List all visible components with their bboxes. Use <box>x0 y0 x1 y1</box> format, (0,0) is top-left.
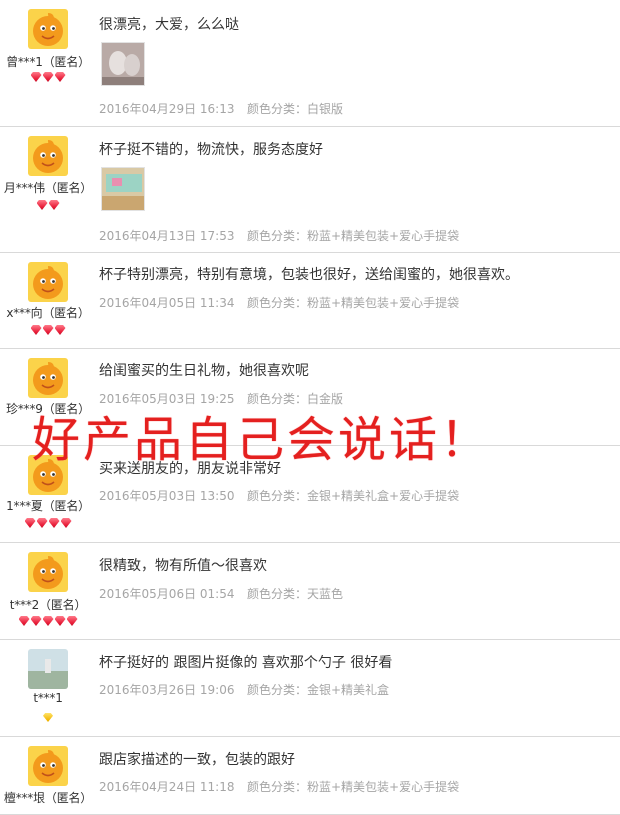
product-spec: 颜色分类：白金版 <box>247 392 344 406</box>
product-spec: 颜色分类：粉蓝+精美包装+爱心手提袋 <box>247 229 460 243</box>
review-item: 珍***9（匿名） 给闺蜜买的生日礼物，她很喜欢呢 2016年05月03日 19:2… <box>0 349 620 446</box>
avatar-default-icon <box>28 746 68 786</box>
review-text: 杯子特别漂亮，特别有意境，包装也很好，送给闺蜜的，她很喜欢。 <box>99 267 519 283</box>
diamond-icon <box>54 325 66 335</box>
reviewer-name: 珍***9（匿名） <box>6 402 90 416</box>
review-meta: 2016年05月06日 01:54 颜色分类：天蓝色 <box>99 585 343 602</box>
diamond-icon <box>36 518 48 528</box>
diamond-icon <box>30 72 42 82</box>
review-date: 2016年05月06日 01:54 <box>99 587 235 601</box>
avatar[interactable] <box>28 455 68 495</box>
diamond-icon <box>18 616 30 626</box>
review-date: 2016年04月24日 11:18 <box>99 780 235 794</box>
diamond-icon <box>66 616 78 626</box>
review-text: 杯子挺不错的，物流快，服务态度好 <box>99 142 323 158</box>
diamond-icon <box>42 325 54 335</box>
diamond-icon <box>30 616 42 626</box>
reviewer-name: x***向（匿名） <box>6 306 90 320</box>
review-meta: 2016年05月03日 19:25 颜色分类：白金版 <box>99 390 343 407</box>
reviewer-name: 曾***1（匿名） <box>6 55 90 69</box>
review-meta: 2016年04月29日 16:13 颜色分类：白银版 <box>99 100 343 117</box>
reviewer-name: 1***夏（匿名） <box>6 499 90 513</box>
reviewer-name: t***1 <box>33 691 63 705</box>
avatar-default-icon <box>28 552 68 592</box>
review-meta: 2016年03月26日 19:06 颜色分类：金银+精美礼盒 <box>99 681 389 698</box>
diamond-icon <box>43 713 53 722</box>
avatar-default-icon <box>28 136 68 176</box>
review-text: 很漂亮，大爱，么么哒 <box>99 17 239 33</box>
review-date: 2016年05月03日 13:50 <box>99 489 235 503</box>
review-date: 2016年04月05日 11:34 <box>99 296 235 310</box>
avatar[interactable] <box>28 649 68 689</box>
diamond-icon <box>54 616 66 626</box>
avatar-default-icon <box>28 358 68 398</box>
review-text: 跟店家描述的一致，包装的跟好 <box>99 752 295 768</box>
reviewer-name: t***2（匿名） <box>9 598 87 612</box>
review-meta: 2016年05月03日 13:50 颜色分类：金银+精美礼盒+爱心手提袋 <box>99 487 459 504</box>
product-spec: 颜色分类：粉蓝+精美包装+爱心手提袋 <box>247 780 460 794</box>
diamond-icon <box>54 72 66 82</box>
review-item: t***1 杯子挺好的 跟图片挺像的 喜欢那个勺子 很好看 2016年03月26日 … <box>0 640 620 737</box>
avatar[interactable] <box>28 262 68 302</box>
product-spec: 颜色分类：金银+精美礼盒 <box>247 683 390 697</box>
reputation-badges <box>0 518 96 530</box>
avatar-default-icon <box>28 455 68 495</box>
avatar[interactable] <box>28 746 68 786</box>
diamond-icon <box>60 518 72 528</box>
review-meta: 2016年04月05日 11:34 颜色分类：粉蓝+精美包装+爱心手提袋 <box>99 294 459 311</box>
avatar[interactable] <box>28 9 68 49</box>
avatar[interactable] <box>28 552 68 592</box>
reputation-badges <box>0 712 96 724</box>
product-spec: 颜色分类：金银+精美礼盒+爱心手提袋 <box>247 489 460 503</box>
avatar-default-icon <box>28 262 68 302</box>
avatar[interactable] <box>28 358 68 398</box>
review-item: 月***伟（匿名） 杯子挺不错的，物流快，服务态度好 2016年04月13日 17:… <box>0 127 620 253</box>
reputation-badges <box>0 325 96 337</box>
reviewer-name: 檀***垠（匿名） <box>3 791 93 805</box>
product-spec: 颜色分类：天蓝色 <box>247 587 344 601</box>
diamond-icon <box>48 200 60 210</box>
reputation-badges <box>0 72 96 84</box>
diamond-icon <box>48 518 60 528</box>
review-photo-thumbnail[interactable] <box>101 167 145 211</box>
diamond-icon <box>30 325 42 335</box>
review-item: 檀***垠（匿名） 跟店家描述的一致，包装的跟好 2016年04月24日 11:18… <box>0 737 620 815</box>
avatar-photo-icon <box>28 649 68 689</box>
product-spec: 颜色分类：白银版 <box>247 102 344 116</box>
diamond-icon <box>24 518 36 528</box>
review-text: 很精致，物有所值～很喜欢 <box>99 558 267 574</box>
review-item: 1***夏（匿名） 买来送朋友的，朋友说非常好 2016年05月03日 13:50 颜… <box>0 446 620 543</box>
diamond-icon <box>42 72 54 82</box>
reputation-badges <box>0 200 96 212</box>
avatar[interactable] <box>28 136 68 176</box>
review-item: 曾***1（匿名） 很漂亮，大爱，么么哒 2016年04月29日 16:13 颜色分类… <box>0 0 620 127</box>
review-meta: 2016年04月13日 17:53 颜色分类：粉蓝+精美包装+爱心手提袋 <box>99 227 459 244</box>
review-date: 2016年04月29日 16:13 <box>99 102 235 116</box>
review-item: x***向（匿名） 杯子特别漂亮，特别有意境，包装也很好，送给闺蜜的，她很喜欢。 2… <box>0 253 620 349</box>
reputation-badges <box>0 616 96 628</box>
avatar-default-icon <box>28 9 68 49</box>
review-item: t***2（匿名） 很精致，物有所值～很喜欢 2016年05月06日 01:54 颜色… <box>0 543 620 640</box>
review-text: 买来送朋友的，朋友说非常好 <box>99 461 281 477</box>
review-date: 2016年03月26日 19:06 <box>99 683 235 697</box>
review-date: 2016年04月13日 17:53 <box>99 229 235 243</box>
review-meta: 2016年04月24日 11:18 颜色分类：粉蓝+精美包装+爱心手提袋 <box>99 778 459 795</box>
product-spec: 颜色分类：粉蓝+精美包装+爱心手提袋 <box>247 296 460 310</box>
review-text: 给闺蜜买的生日礼物，她很喜欢呢 <box>99 363 309 379</box>
review-text: 杯子挺好的 跟图片挺像的 喜欢那个勺子 很好看 <box>99 655 393 671</box>
review-photo-thumbnail[interactable] <box>101 42 145 86</box>
reviewer-name: 月***伟（匿名） <box>3 181 93 195</box>
review-date: 2016年05月03日 19:25 <box>99 392 235 406</box>
diamond-icon <box>36 200 48 210</box>
diamond-icon <box>42 616 54 626</box>
